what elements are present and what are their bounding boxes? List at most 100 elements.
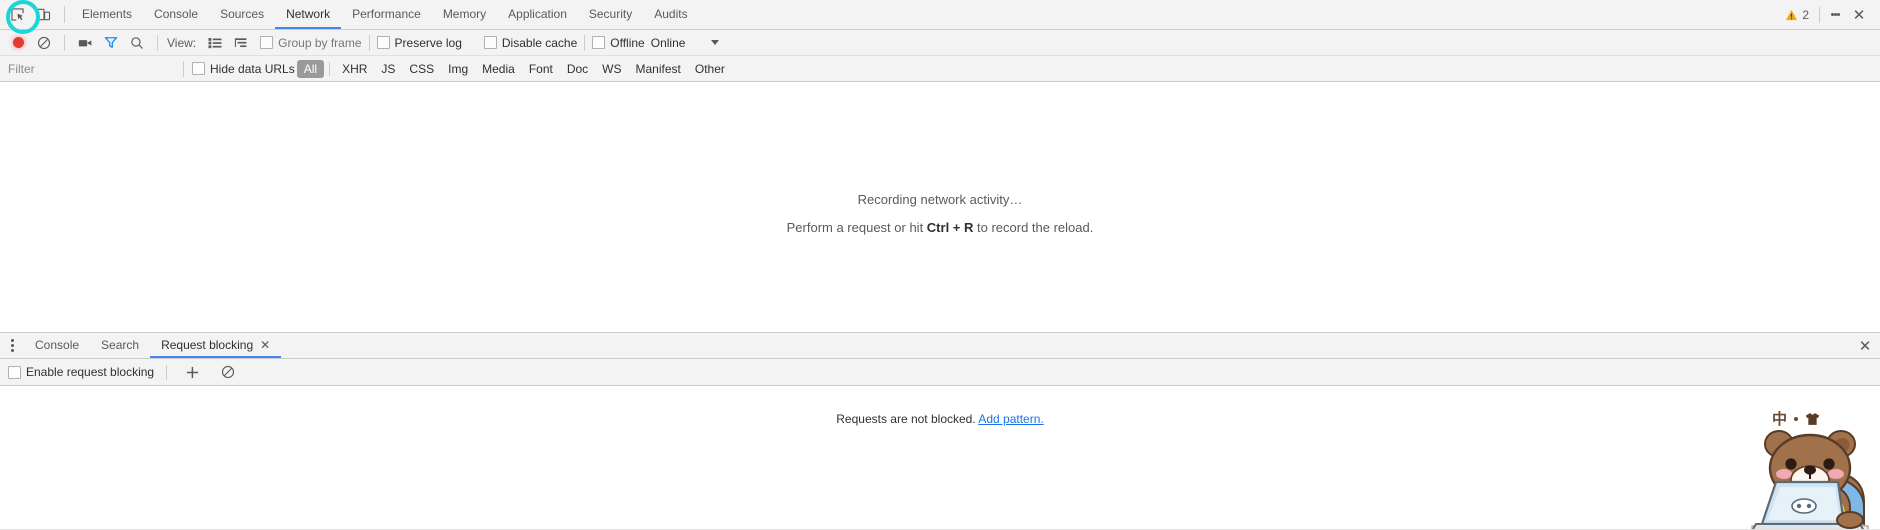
disable-cache-label: Disable cache [501,35,578,50]
tab-memory[interactable]: Memory [432,0,497,29]
filter-input[interactable] [6,58,175,79]
clear-button[interactable] [31,32,57,53]
network-toolbar-divider-3 [368,34,370,51]
group-by-frame-label: Group by frame [278,35,362,50]
view-list-button[interactable] [202,32,228,53]
tab-application[interactable]: Application [497,0,578,29]
hint-shortcut: Ctrl + R [926,220,974,235]
filter-pill-js[interactable]: JS [374,60,402,78]
capture-screenshots-button[interactable] [72,32,98,53]
warning-count-label: 2 [1802,7,1809,22]
group-by-frame-checkbox[interactable]: Group by frame [260,35,362,50]
devtools-settings-menu-icon[interactable] [1824,4,1846,26]
drawer-menu-icon[interactable] [0,333,24,358]
filter-pill-all[interactable]: All [296,59,325,78]
warning-count-badge[interactable]: 2 [1779,8,1815,22]
filter-pill-media[interactable]: Media [475,60,522,78]
block-all-icon [222,365,235,379]
remove-all-patterns-button[interactable] [215,361,241,383]
add-pattern-button[interactable] [179,361,205,383]
kebab-dot [1836,13,1840,16]
list-view-icon [208,37,222,48]
filter-pill-css[interactable]: CSS [402,60,441,78]
empty-state-message: Recording network activity… Perform a re… [787,193,1094,234]
network-toolbar: View: Group by frame Preserve log Disabl… [0,30,1880,56]
add-pattern-link[interactable]: Add pattern. [978,412,1043,426]
group-by-frame-box [260,36,274,49]
inspect-cursor-glyph [10,8,24,21]
sticker-caption-char: 中 [1772,411,1788,428]
drawer-tab-console[interactable]: Console [24,333,90,358]
enable-request-blocking-label: Enable request blocking [26,365,155,379]
record-button[interactable] [5,32,31,53]
tabbar-left-tools [0,0,71,34]
tabbar-divider [64,6,65,23]
tab-performance[interactable]: Performance [341,0,432,29]
recording-status-text: Recording network activity… [857,192,1023,207]
clear-icon [37,36,51,49]
throttling-select[interactable]: Online [651,36,720,50]
filter-funnel-icon [104,37,118,48]
request-blocking-toolbar: Enable request blocking [0,359,1880,386]
view-label: View: [167,35,197,50]
filter-pill-font[interactable]: Font [522,60,560,78]
filter-pill-ws[interactable]: WS [595,60,628,78]
kebab-dot [10,349,14,352]
hide-data-urls-checkbox[interactable]: Hide data URLs [192,62,295,76]
hide-data-urls-label: Hide data URLs [210,61,295,76]
network-toolbar-divider-4 [584,34,586,51]
tab-network[interactable]: Network [275,0,342,29]
filter-pill-manifest[interactable]: Manifest [629,60,688,78]
devtools-close-icon[interactable]: ✕ [1846,4,1872,26]
offline-checkbox[interactable]: Offline [592,35,645,50]
preserve-log-checkbox[interactable]: Preserve log [376,36,462,50]
enable-request-blocking-box [8,365,21,379]
tab-console[interactable]: Console [143,0,209,29]
kebab-dot [10,339,14,342]
warning-triangle-icon [1786,9,1798,20]
network-filter-bar: Hide data URLs All XHR JS CSS Img Media … [0,56,1880,82]
hint-prefix: Perform a request or hit [786,220,927,235]
tab-sources[interactable]: Sources [209,0,275,29]
enable-request-blocking-checkbox[interactable]: Enable request blocking [8,365,154,379]
device-toolbar-icon[interactable] [30,3,56,27]
request-blocking-body: Requests are not blocked. Add pattern. 中 [0,386,1880,530]
shirt-icon [1805,412,1820,425]
hint-suffix: to record the reload. [973,220,1094,235]
bear-illustration [1751,430,1869,530]
filter-toggle-button[interactable] [98,32,124,53]
hide-data-urls-box [192,62,205,75]
drawer-tab-search[interactable]: Search [90,333,150,358]
camera-icon [78,39,91,46]
offline-label: Offline [610,35,645,50]
filter-pill-img[interactable]: Img [441,60,475,78]
search-button[interactable] [124,32,150,53]
disable-cache-checkbox[interactable]: Disable cache [483,35,578,50]
drawer-tabbar: Console Search Request blocking ✕ ✕ [0,333,1880,359]
sticker-caption: 中 [1772,408,1820,429]
device-toolbar-glyph [36,8,50,21]
tab-elements[interactable]: Elements [71,0,143,29]
resource-type-filters: All XHR JS CSS Img Media Font Doc WS Man… [296,59,732,78]
request-blocking-status-text: Requests are not blocked. [836,412,979,426]
devtools-drawer: Console Search Request blocking ✕ ✕ Enab… [0,332,1880,530]
inspect-element-icon[interactable] [4,0,40,34]
kebab-dot [10,344,14,347]
tab-audits[interactable]: Audits [643,0,698,29]
view-waterfall-button[interactable] [228,32,254,53]
drawer-tab-console-label: Console [35,337,80,352]
filter-pill-xhr[interactable]: XHR [335,60,374,78]
filter-pill-doc[interactable]: Doc [560,60,595,78]
devtools-main-tabbar: Elements Console Sources Network Perform… [0,0,1880,34]
drawer-tab-search-label: Search [101,337,140,352]
disable-cache-box [483,36,497,49]
drawer-close-icon[interactable]: ✕ [1850,333,1880,358]
filter-pill-other[interactable]: Other [688,60,732,78]
drawer-tab-close-icon[interactable]: ✕ [260,339,270,351]
drawer-tab-request-blocking-label: Request blocking [161,337,254,352]
tab-security[interactable]: Security [578,0,643,29]
drawer-tab-request-blocking[interactable]: Request blocking ✕ [150,333,282,358]
record-dot-icon [12,37,24,48]
offline-box [592,36,606,49]
request-blocking-divider [166,364,168,380]
